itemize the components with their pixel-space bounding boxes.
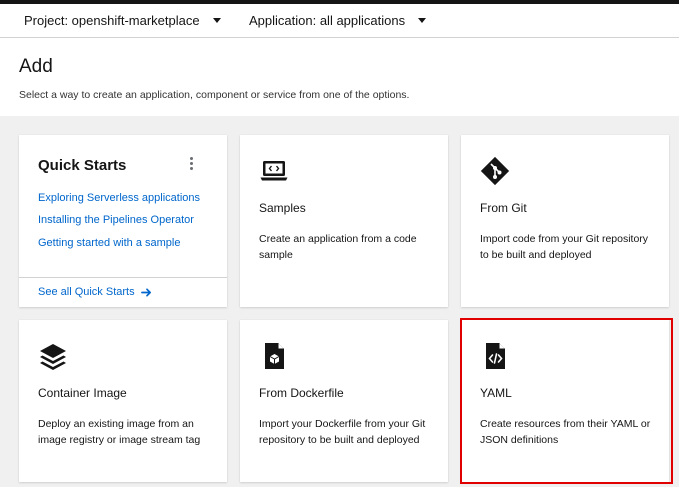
add-options-gallery: Quick Starts Exploring Serverless applic… <box>0 116 679 487</box>
yaml-file-icon <box>486 343 505 369</box>
application-selector-label: Application: all applications <box>249 13 406 28</box>
laptop-code-icon <box>260 161 288 181</box>
application-selector[interactable]: Application: all applications <box>249 4 427 37</box>
quick-starts-title: Quick Starts <box>38 157 127 174</box>
page-description: Select a way to create an application, c… <box>19 89 410 101</box>
project-selector[interactable]: Project: openshift-marketplace <box>24 4 221 37</box>
tile-description: Create resources from their YAML or JSON… <box>480 418 651 446</box>
container-image-tile[interactable]: Container Image Deploy an existing image… <box>19 320 227 482</box>
tile-title: From Git <box>480 201 527 215</box>
tile-title: Container Image <box>38 386 127 400</box>
divider <box>19 277 227 278</box>
context-selector-bar: Project: openshift-marketplace Applicati… <box>0 4 679 38</box>
project-selector-label: Project: openshift-marketplace <box>24 13 200 28</box>
git-icon <box>480 156 510 186</box>
tile-description: Import code from your Git repository to … <box>480 233 649 261</box>
dockerfile-icon <box>265 343 284 369</box>
quick-start-link[interactable]: Getting started with a sample <box>38 237 180 249</box>
chevron-down-icon <box>212 18 221 23</box>
layers-icon <box>40 344 66 370</box>
tile-description: Create an application from a code sample <box>259 233 417 261</box>
tile-description: Deploy an existing image from an image r… <box>38 418 201 446</box>
arrow-right-icon <box>140 287 151 297</box>
from-dockerfile-tile[interactable]: From Dockerfile Import your Dockerfile f… <box>240 320 448 482</box>
samples-tile[interactable]: Samples Create an application from a cod… <box>240 135 448 307</box>
yaml-tile[interactable]: YAML Create resources from their YAML or… <box>461 320 669 482</box>
see-all-quick-starts-link[interactable]: See all Quick Starts <box>38 286 152 298</box>
see-all-label: See all Quick Starts <box>38 286 135 298</box>
tile-title: Samples <box>259 201 306 215</box>
page-title: Add <box>19 56 53 77</box>
kebab-menu-icon[interactable] <box>188 157 194 171</box>
quick-start-link[interactable]: Installing the Pipelines Operator <box>38 214 194 226</box>
tile-title: From Dockerfile <box>259 386 344 400</box>
quick-starts-card: Quick Starts Exploring Serverless applic… <box>19 135 227 307</box>
quick-start-link[interactable]: Exploring Serverless applications <box>38 192 200 204</box>
tile-description: Import your Dockerfile from your Git rep… <box>259 418 426 446</box>
from-git-tile[interactable]: From Git Import code from your Git repos… <box>461 135 669 307</box>
tile-title: YAML <box>480 386 512 400</box>
chevron-down-icon <box>418 18 427 23</box>
